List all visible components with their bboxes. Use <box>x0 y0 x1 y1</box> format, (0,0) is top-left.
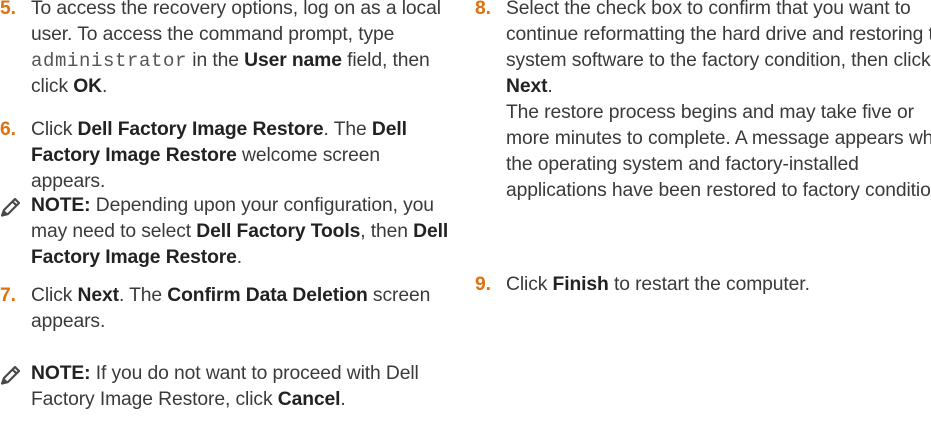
bold-term: User name <box>244 50 342 71</box>
manual-page: 5. To access the recovery options, log o… <box>0 0 931 421</box>
pencil-icon <box>0 365 21 385</box>
step-number: 8. <box>475 0 491 19</box>
step-number: 5. <box>0 0 16 19</box>
step-text: To access the recovery options, log on a… <box>31 0 441 45</box>
step-text: Click <box>31 285 78 306</box>
note-2: NOTE: If you do not want to proceed with… <box>0 361 441 413</box>
bold-term: Finish <box>552 274 609 295</box>
step-text: . The <box>118 285 168 306</box>
step-9: 9. Click Finish to restart the computer. <box>475 272 931 298</box>
bold-term: Cancel <box>277 389 341 410</box>
step-7: 7. Click Next. The Confirm Data Deletion… <box>0 283 451 335</box>
step-5: 5. To access the recovery options, log o… <box>0 0 455 100</box>
step-text: Select the check box to confirm that you… <box>506 0 931 71</box>
step-text: . The <box>323 119 372 140</box>
step-number: 6. <box>0 119 16 140</box>
step-text: Click <box>31 119 78 140</box>
bold-term: Next <box>506 76 548 97</box>
note-text: . <box>340 389 346 410</box>
bold-term: Confirm Data Deletion <box>167 285 368 306</box>
code-text: administrator <box>31 50 188 72</box>
note-text: , then <box>360 221 414 242</box>
bold-term: OK <box>73 76 102 97</box>
bold-term: Dell Factory Image Restore <box>77 119 324 140</box>
note-1: NOTE: Depending upon your configuration,… <box>0 193 451 271</box>
step-text: to restart the computer. <box>608 274 810 295</box>
step-detail-text: The restore process begins and may take … <box>506 102 931 201</box>
step-number: 7. <box>0 285 16 306</box>
note-text: . <box>236 247 243 268</box>
step-text: . <box>101 76 108 97</box>
note-label: NOTE: <box>31 363 91 384</box>
step-8: 8. Select the check box to confirm that … <box>475 0 931 204</box>
step-text: . <box>547 76 553 97</box>
step-text: Click <box>506 274 553 295</box>
step-number: 9. <box>475 274 491 295</box>
pencil-icon <box>0 197 21 217</box>
note-text: If you do not want to proceed with Dell … <box>31 363 419 410</box>
step-text: in the <box>187 50 245 71</box>
bold-term: Next <box>77 285 120 306</box>
bold-term: Dell Factory Tools <box>196 221 361 242</box>
step-6: 6. Click Dell Factory Image Restore. The… <box>0 117 451 195</box>
note-label: NOTE: <box>31 195 91 216</box>
